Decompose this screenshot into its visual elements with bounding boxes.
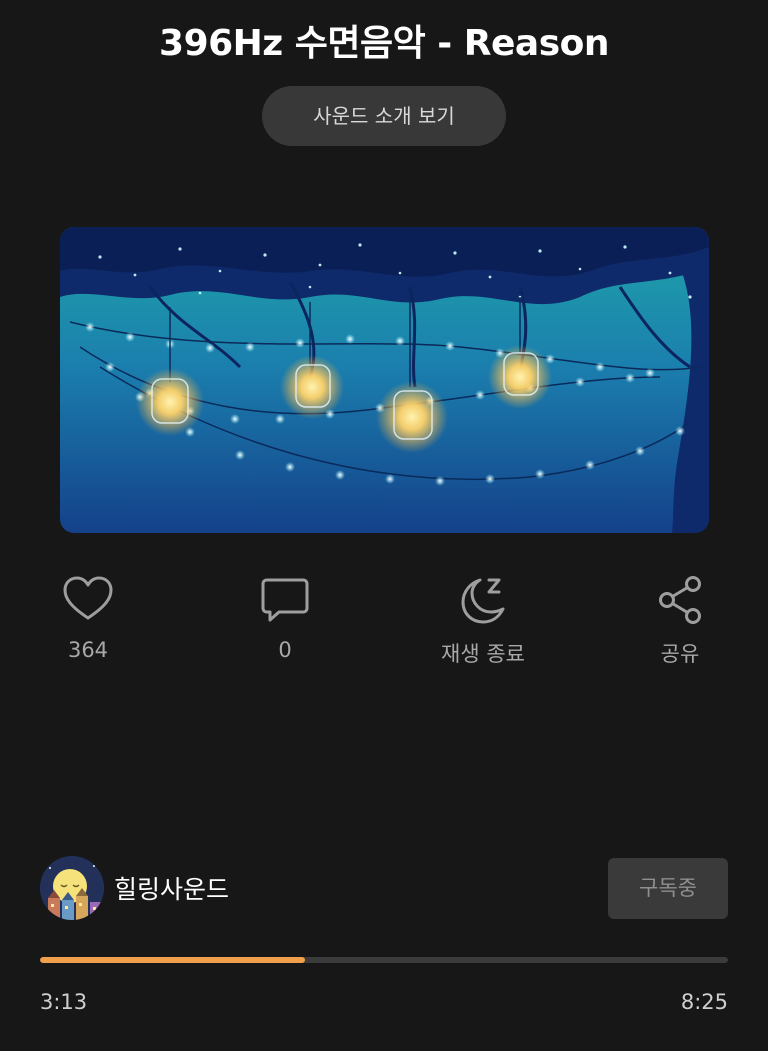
sleep-timer-button[interactable]: 재생 종료 (413, 572, 553, 668)
sound-title: 396Hz 수면음악 - Reason (159, 23, 609, 64)
action-bar: 364 0 재생 종료 공유 (0, 572, 768, 672)
share-icon (659, 576, 701, 624)
subscribe-button[interactable]: 구독중 (608, 858, 728, 919)
playback-progress-bar[interactable] (40, 957, 728, 963)
comment-icon (261, 578, 309, 622)
channel-row: 힐링사운드 구독중 (0, 856, 768, 922)
channel-name[interactable]: 힐링사운드 (114, 870, 229, 906)
channel-avatar[interactable] (40, 856, 104, 920)
current-time: 3:13 (40, 990, 88, 1014)
cover-artwork (60, 227, 709, 533)
share-label: 공유 (660, 642, 700, 666)
sleep-timer-label: 재생 종료 (441, 642, 525, 666)
moon-sleep-icon (461, 578, 505, 624)
comment-count: 0 (278, 638, 292, 662)
like-count: 364 (67, 638, 109, 662)
sound-intro-button[interactable]: 사운드 소개 보기 (262, 86, 506, 146)
total-time: 8:25 (680, 990, 728, 1014)
comment-button[interactable]: 0 (215, 572, 355, 662)
heart-icon (63, 576, 113, 620)
progress-fill (40, 957, 305, 963)
like-button[interactable]: 364 (18, 572, 158, 662)
share-button[interactable]: 공유 (610, 572, 750, 668)
